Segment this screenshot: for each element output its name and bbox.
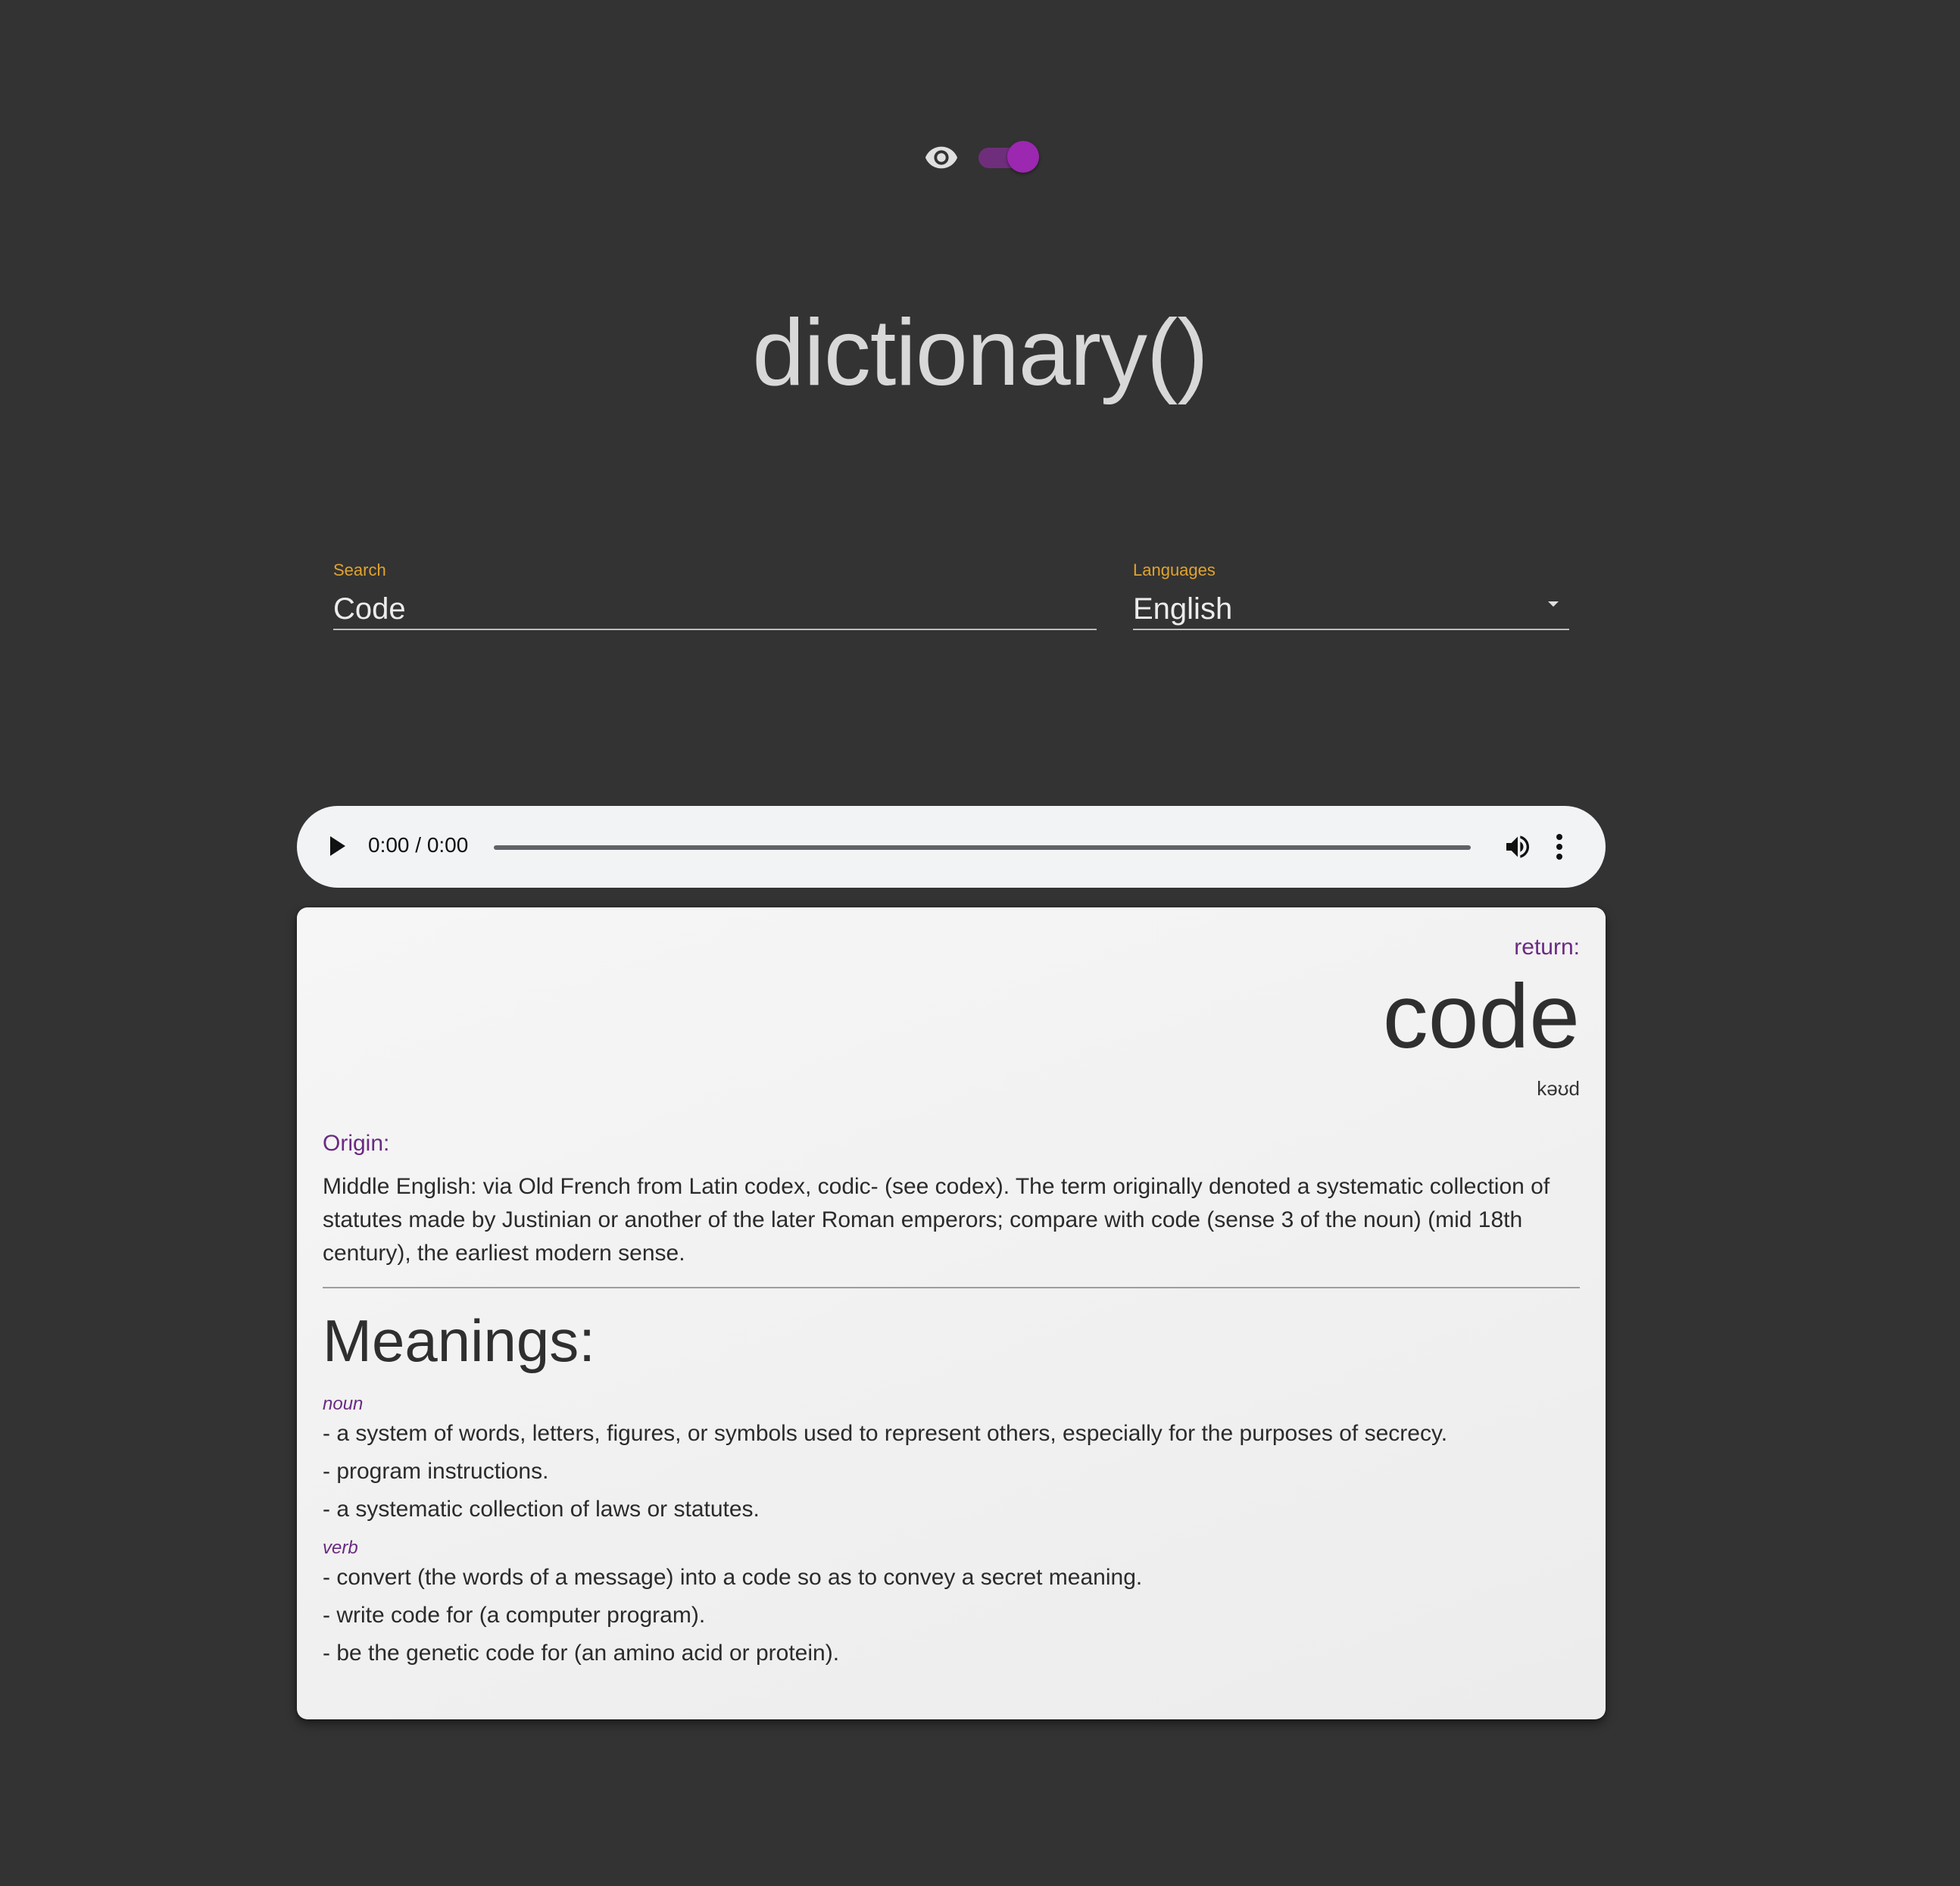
- result-word: code: [1382, 966, 1580, 1067]
- origin-text: Middle English: via Old French from Lati…: [323, 1174, 1550, 1266]
- switch-thumb: [1007, 141, 1039, 173]
- search-field: Search Code: [333, 560, 1097, 630]
- result-card: return: code kəʊd Origin: Middle English…: [297, 907, 1606, 1719]
- play-icon[interactable]: [330, 836, 345, 856]
- theme-toggle-switch[interactable]: [977, 141, 1039, 174]
- origin-label: Origin:: [323, 1131, 390, 1156]
- audio-time: 0:00 / 0:00: [368, 833, 469, 857]
- definition-item: - write code for (a computer program).: [323, 1603, 706, 1628]
- more-options-icon[interactable]: [1556, 833, 1563, 860]
- languages-label: Languages: [1133, 560, 1216, 579]
- definition-list-verb: - convert (the words of a message) into …: [323, 1559, 1580, 1672]
- return-label: return:: [1514, 935, 1580, 960]
- search-input[interactable]: Code: [333, 583, 1097, 630]
- theme-toggle-row: [0, 136, 1960, 179]
- audio-player: 0:00 / 0:00: [297, 806, 1606, 888]
- app-title: dictionary(): [752, 301, 1208, 405]
- part-of-speech-noun: noun: [323, 1394, 364, 1414]
- eye-icon: [925, 146, 958, 169]
- definition-item: - a system of words, letters, figures, o…: [323, 1421, 1448, 1446]
- definition-item: - convert (the words of a message) into …: [323, 1565, 1143, 1590]
- volume-icon[interactable]: [1503, 832, 1533, 862]
- definition-list-noun: - a system of words, letters, figures, o…: [323, 1415, 1580, 1528]
- part-of-speech-verb: verb: [323, 1538, 358, 1558]
- divider: [323, 1287, 1580, 1288]
- languages-field: Languages English: [1133, 560, 1569, 630]
- search-label: Search: [333, 560, 386, 579]
- definition-item: - be the genetic code for (an amino acid…: [323, 1641, 840, 1666]
- phonetic-text: kəʊd: [1537, 1077, 1580, 1100]
- definition-item: - program instructions.: [323, 1459, 549, 1484]
- dropdown-arrow-icon: [1548, 601, 1559, 607]
- languages-selected-value: English: [1133, 592, 1233, 626]
- languages-select[interactable]: English: [1133, 583, 1569, 630]
- meanings-title: Meanings:: [323, 1307, 595, 1374]
- definition-item: - a systematic collection of laws or sta…: [323, 1497, 760, 1522]
- audio-progress-bar[interactable]: [494, 845, 1471, 850]
